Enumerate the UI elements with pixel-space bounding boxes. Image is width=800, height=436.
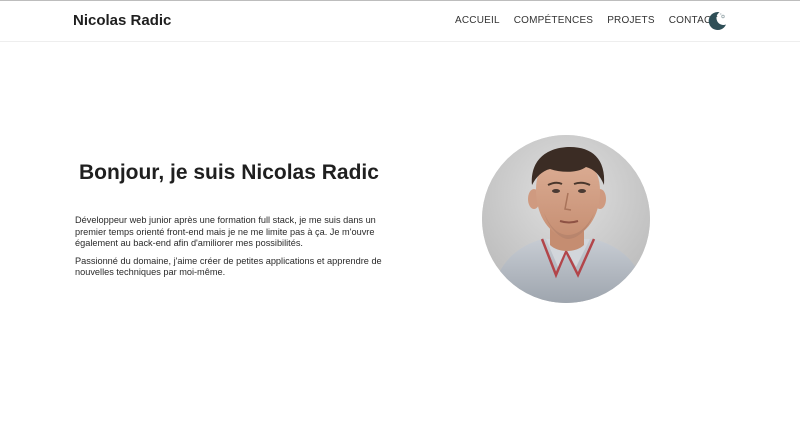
nav-link-accueil[interactable]: ACCUEIL [455,15,500,26]
site-brand[interactable]: Nicolas Radic [73,12,171,29]
navbar: Nicolas Radic ACCUEIL COMPÉTENCES PROJET… [0,1,800,42]
profile-photo [482,135,650,303]
nav-links: ACCUEIL COMPÉTENCES PROJETS CONTACT [455,15,718,26]
intro-text: Développeur web junior après une formati… [75,215,385,285]
intro-paragraph-1: Développeur web junior après une formati… [75,215,376,248]
portrait-photo [482,135,650,303]
nav-link-projets[interactable]: PROJETS [607,15,655,26]
hero-title: Bonjour, je suis Nicolas Radic [79,161,379,184]
moon-icon [708,12,726,31]
page: Nicolas Radic ACCUEIL COMPÉTENCES PROJET… [0,0,800,436]
theme-toggle-button[interactable] [706,10,728,32]
intro-paragraph-2: Passionné du domaine, j'aime créer de pe… [75,255,382,278]
nav-link-competences[interactable]: COMPÉTENCES [514,15,593,26]
